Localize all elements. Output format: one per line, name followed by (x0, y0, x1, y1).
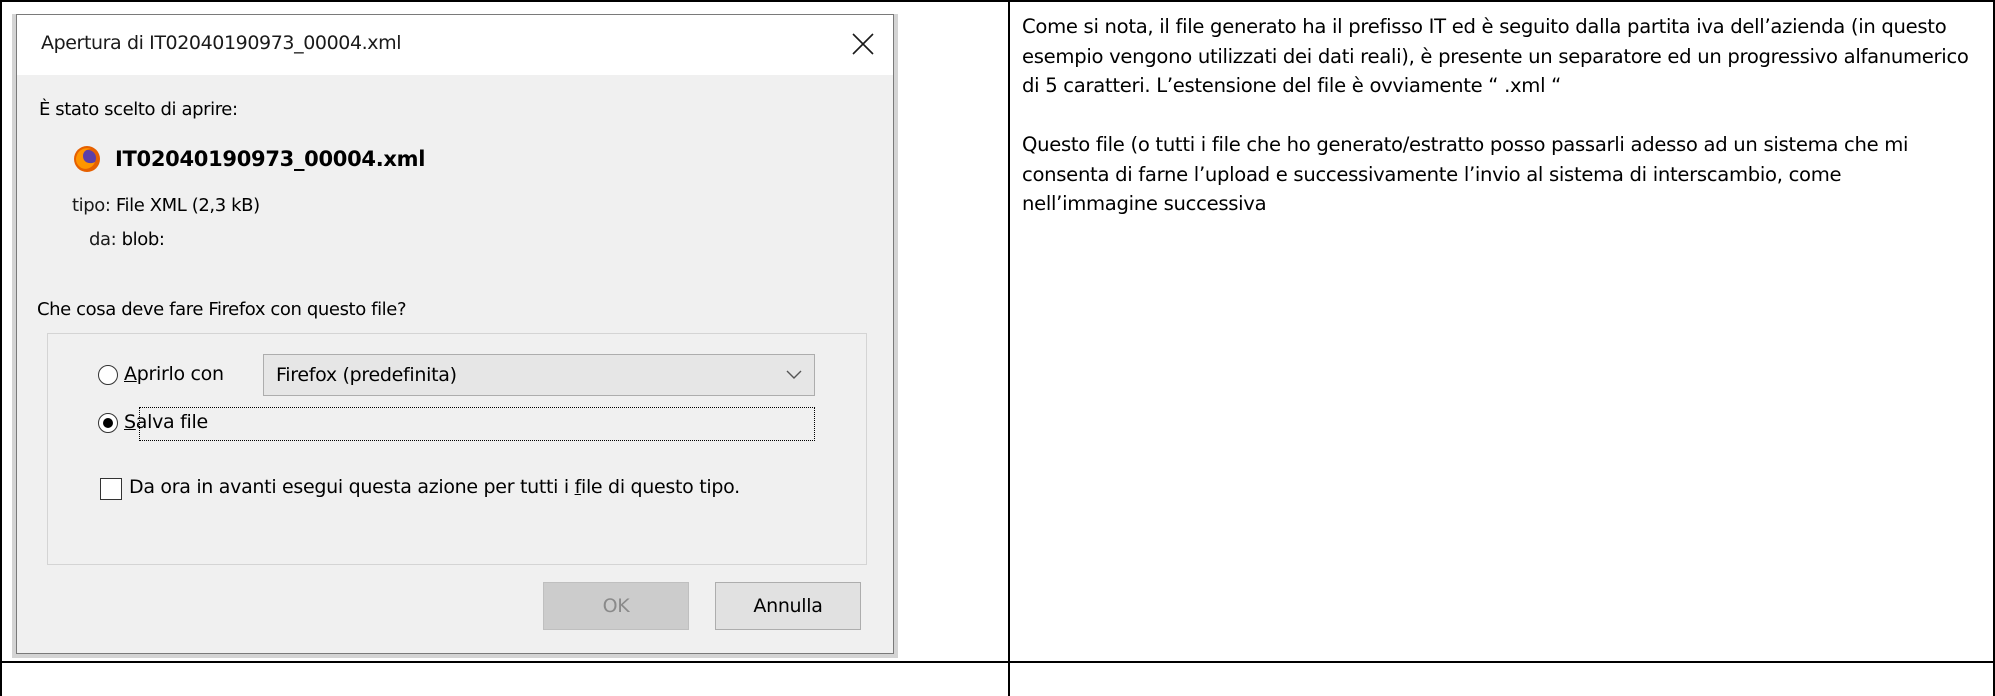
remember-checkbox[interactable] (100, 478, 122, 500)
remember-label[interactable]: Da ora in avanti esegui questa azione pe… (129, 476, 740, 498)
close-button[interactable] (833, 15, 893, 75)
download-dialog: Apertura di IT02040190973_00004.xml È st… (16, 14, 894, 654)
save-file-focus (139, 407, 815, 441)
open-with-label[interactable]: Aprirlo con (124, 363, 224, 385)
table-border-left (0, 0, 2, 696)
close-icon (852, 33, 874, 55)
open-with-accel: A (124, 363, 137, 385)
open-with-radio[interactable] (98, 365, 118, 385)
file-source-key: da: (89, 229, 117, 250)
file-type-value: File XML (2,3 kB) (115, 195, 260, 216)
file-source-value: blob: (121, 229, 165, 250)
remember-text-before: Da ora in avanti esegui questa azione pe… (129, 476, 575, 498)
chosen-label: È stato scelto di aprire: (39, 99, 238, 120)
table-row-divider (0, 661, 1995, 663)
ok-button[interactable]: OK (543, 582, 689, 630)
explanation-cell: Come si nota, il file generato ha il pre… (1022, 12, 1982, 248)
file-type-key: tipo: (72, 195, 111, 216)
file-name: IT02040190973_00004.xml (115, 147, 426, 171)
open-with-app-select[interactable]: Firefox (predefinita) (263, 354, 815, 396)
dialog-titlebar: Apertura di IT02040190973_00004.xml (17, 15, 893, 75)
file-type-line: tipo: File XML (2,3 kB) (72, 195, 260, 216)
explanation-paragraph-1: Come si nota, il file generato ha il pre… (1022, 15, 1969, 97)
chevron-down-icon (786, 370, 802, 379)
dialog-title: Apertura di IT02040190973_00004.xml (41, 32, 402, 54)
save-file-text: alva file (135, 411, 208, 433)
table-column-divider (1008, 0, 1010, 696)
cancel-button[interactable]: Annulla (715, 582, 861, 630)
save-file-label[interactable]: Salva file (124, 411, 208, 433)
table-border-top (0, 0, 1995, 2)
open-with-app-value: Firefox (predefinita) (276, 364, 457, 386)
open-with-text: prirlo con (136, 363, 224, 385)
save-file-accel: S (124, 411, 136, 433)
file-source-line: da: blob: (89, 229, 165, 250)
explanation-paragraph-2: Questo file (o tutti i file che ho gener… (1022, 133, 1909, 215)
action-question: Che cosa deve fare Firefox con questo fi… (37, 299, 411, 320)
save-file-radio[interactable] (98, 413, 118, 433)
firefox-icon (74, 146, 100, 172)
remember-text-after: ile di questo tipo. (580, 476, 740, 498)
